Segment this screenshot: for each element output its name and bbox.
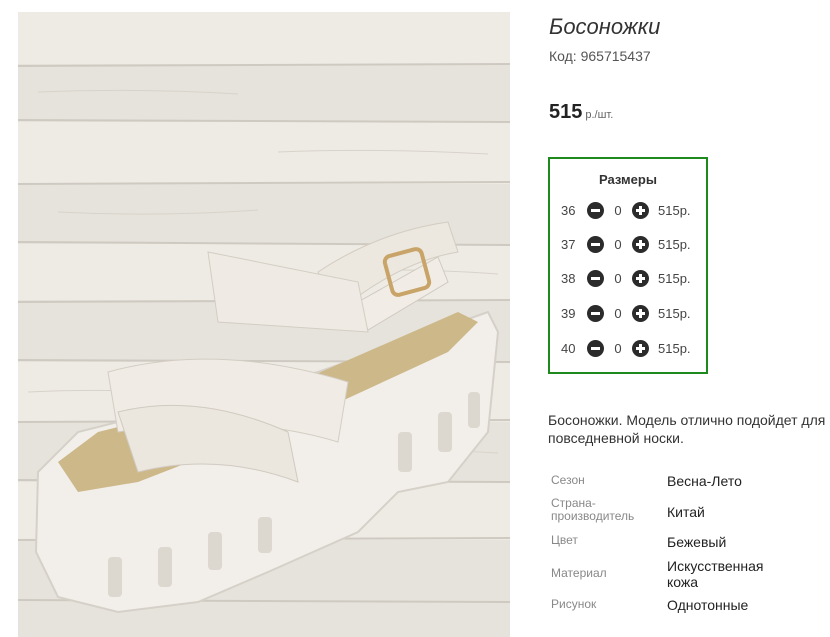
plus-icon[interactable] <box>632 340 649 357</box>
size-row: 37 0 515р. <box>550 234 706 256</box>
plus-icon[interactable] <box>632 270 649 287</box>
price-amount: 515 <box>549 101 583 123</box>
attribute-key: Сезон <box>551 473 585 487</box>
product-code: Код: 965715437 <box>549 48 651 64</box>
size-label: 39 <box>561 306 576 321</box>
size-row: 36 0 515р. <box>550 200 706 222</box>
attribute-key: Страна-производитель <box>551 496 635 523</box>
quantity-value: 0 <box>614 341 622 356</box>
size-row: 40 0 515р. <box>550 338 706 360</box>
sizes-panel: Размеры 36 0 515р. 37 0 515р. 38 0 515р.… <box>548 157 708 374</box>
size-price: 515р. <box>658 306 691 321</box>
product-description: Босоножки. Модель отлично подойдет для п… <box>548 412 826 446</box>
attribute-key: Цвет <box>551 533 578 547</box>
size-label: 40 <box>561 341 576 356</box>
size-label: 38 <box>561 271 576 286</box>
sandal-image <box>18 12 510 637</box>
quantity-value: 0 <box>614 203 622 218</box>
attribute-key: Рисунок <box>551 597 597 611</box>
product-photo[interactable] <box>18 12 510 637</box>
size-row: 39 0 515р. <box>550 303 706 325</box>
minus-icon[interactable] <box>587 202 604 219</box>
attribute-value: Однотонные <box>667 597 749 613</box>
size-row: 38 0 515р. <box>550 268 706 290</box>
size-price: 515р. <box>658 341 691 356</box>
attribute-value: Китай <box>667 504 705 520</box>
minus-icon[interactable] <box>587 340 604 357</box>
quantity-value: 0 <box>614 306 622 321</box>
sizes-title: Размеры <box>599 172 657 187</box>
attribute-value: Искусственная кожа <box>667 558 764 590</box>
attribute-value: Бежевый <box>667 534 727 550</box>
quantity-value: 0 <box>614 271 622 286</box>
size-price: 515р. <box>658 203 691 218</box>
product-title: Босоножки <box>549 14 661 39</box>
price-block: 515 р./шт. <box>549 101 613 124</box>
minus-icon[interactable] <box>587 236 604 253</box>
attribute-value: Весна-Лето <box>667 473 742 489</box>
plus-icon[interactable] <box>632 305 649 322</box>
plus-icon[interactable] <box>632 202 649 219</box>
price-unit: р./шт. <box>585 109 614 121</box>
size-label: 36 <box>561 203 576 218</box>
size-price: 515р. <box>658 237 691 252</box>
size-price: 515р. <box>658 271 691 286</box>
plus-icon[interactable] <box>632 236 649 253</box>
quantity-value: 0 <box>614 237 622 252</box>
size-label: 37 <box>561 237 576 252</box>
attribute-key: Материал <box>551 566 607 580</box>
minus-icon[interactable] <box>587 270 604 287</box>
minus-icon[interactable] <box>587 305 604 322</box>
